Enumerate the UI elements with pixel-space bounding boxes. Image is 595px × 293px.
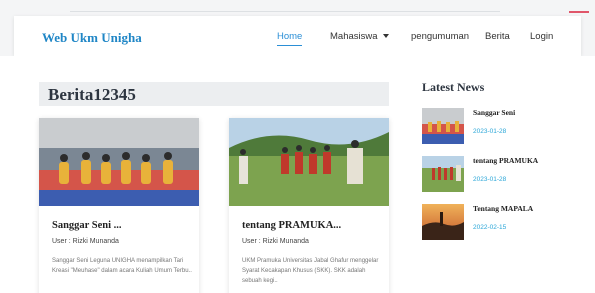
nav-login[interactable]: Login [530,31,553,42]
main-content: Berita12345 Sanggar Seni ... User : Rizk… [0,56,595,293]
dance-photo-image [39,118,199,206]
news-item-title[interactable]: Tentang MAPALA [473,204,533,213]
dance-thumb-image [422,108,464,144]
latest-news-title: Latest News [422,80,485,94]
scout-photo-image [229,118,389,206]
nav-mahasiswa[interactable]: Mahasiswa [330,31,389,42]
top-divider [70,11,500,12]
news-card[interactable]: Sanggar Seni ... User : Rizki Munanda Sa… [39,118,199,293]
news-item-date: 2023-01-28 [473,128,507,135]
page-title-bar: Berita12345 [39,82,389,106]
nav-home[interactable]: Home [277,31,303,46]
card-excerpt: UKM Pramuka Universitas Jabal Ghafur men… [242,258,379,284]
news-item-date: 2023-01-28 [473,176,507,183]
scout-thumb-image [422,156,464,192]
card-title[interactable]: Sanggar Seni ... [52,220,122,231]
chevron-down-icon [382,34,389,39]
card-author: User : Rizki Munanda [242,238,309,245]
card-excerpt: Sanggar Seni Leguna UNIGHA menampilkan T… [52,258,192,274]
card-author: User : Rizki Munanda [52,238,119,245]
page-title: Berita12345 [48,85,136,104]
nav-berita[interactable]: Berita [485,31,510,42]
latest-news-item[interactable]: Sanggar Seni 2023-01-28 [422,108,582,148]
news-item-date: 2022-02-15 [473,224,507,231]
news-item-title[interactable]: tentang PRAMUKA [473,156,538,165]
navbar: Web Ukm Unigha Home Mahasiswa pengumuman… [14,16,581,56]
latest-news-item[interactable]: Tentang MAPALA 2022-02-15 [422,204,582,244]
news-card[interactable]: tentang PRAMUKA... User : Rizki Munanda … [229,118,389,293]
top-accent-line [569,11,589,13]
brand-link[interactable]: Web Ukm Unigha [42,30,142,46]
nav-mahasiswa-label: Mahasiswa [330,31,378,42]
sunset-thumb-image [422,204,464,240]
card-title[interactable]: tentang PRAMUKA... [242,220,341,231]
news-item-title[interactable]: Sanggar Seni [473,108,515,117]
latest-news-item[interactable]: tentang PRAMUKA 2023-01-28 [422,156,582,196]
nav-pengumuman[interactable]: pengumuman [411,31,469,42]
